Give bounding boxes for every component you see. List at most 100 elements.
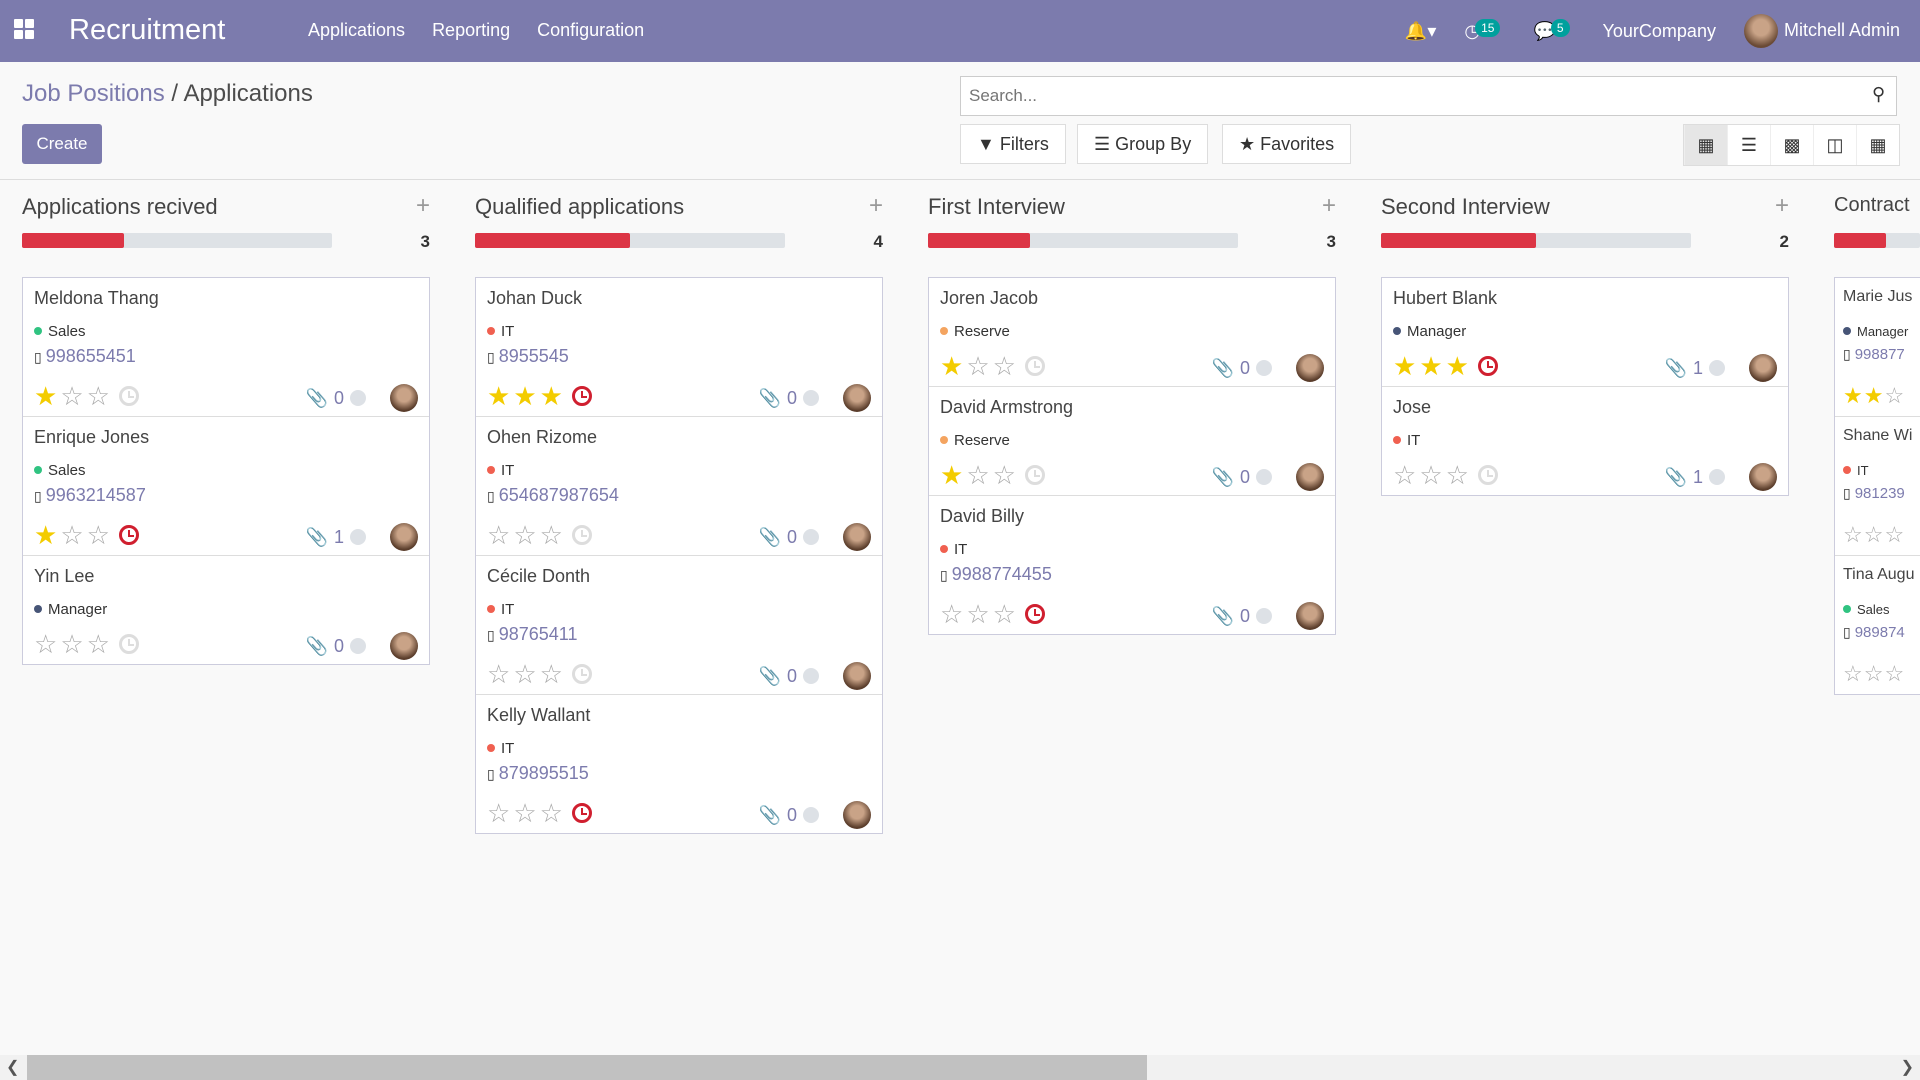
pivot-view-icon[interactable]: ▦ (1856, 125, 1899, 165)
priority-star-icon[interactable]: ☆ (513, 661, 536, 687)
priority-star-icon[interactable]: ☆ (60, 383, 83, 409)
kanban-state-icon[interactable] (1256, 608, 1272, 624)
activity-clock-icon[interactable] (571, 386, 592, 406)
kanban-state-icon[interactable] (1709, 360, 1725, 376)
kanban-state-icon[interactable] (350, 390, 366, 406)
priority-star-icon[interactable]: ★ (1843, 385, 1863, 407)
filters-button[interactable]: ▼ Filters (960, 124, 1066, 164)
priority-star-icon[interactable]: ☆ (1419, 462, 1442, 488)
applicant-card[interactable]: Joren Jacob Reserve ★ ☆ ☆ 📎 0 (929, 278, 1335, 387)
activity-clock-icon[interactable] (1024, 604, 1045, 624)
priority-star-icon[interactable]: ★ (540, 383, 563, 409)
activity-clock-icon[interactable] (1024, 356, 1045, 376)
applicant-card[interactable]: Ohen Rizome IT ▯ 654687987654 ☆ ☆ ☆ 📎 0 (476, 417, 882, 556)
phone[interactable]: ▯ 989874 (1843, 624, 1918, 654)
priority-star-icon[interactable]: ☆ (34, 631, 57, 657)
priority-star-icon[interactable]: ☆ (1864, 524, 1884, 546)
column-progress-bar[interactable] (928, 233, 1238, 248)
apps-menu-icon[interactable] (14, 19, 34, 39)
priority-star-icon[interactable]: ★ (34, 383, 57, 409)
priority-star-icon[interactable]: ☆ (940, 601, 963, 627)
priority-star-icon[interactable]: ☆ (487, 661, 510, 687)
notification-bell-icon[interactable]: 🔔▾ (1405, 21, 1436, 42)
priority-star-icon[interactable]: ☆ (1446, 462, 1469, 488)
applicant-card[interactable]: Yin Lee Manager ☆ ☆ ☆ 📎 0 (23, 556, 429, 664)
priority-star-icon[interactable]: ☆ (966, 601, 989, 627)
priority-star-icon[interactable]: ★ (1419, 353, 1442, 379)
priority-star-icon[interactable]: ★ (1864, 385, 1884, 407)
activity-clock-icon[interactable] (571, 525, 592, 545)
priority-star-icon[interactable]: ☆ (993, 462, 1016, 488)
kanban-state-icon[interactable] (1256, 469, 1272, 485)
menu-reporting[interactable]: Reporting (432, 20, 510, 41)
activity-clock-icon[interactable] (118, 634, 139, 654)
search-input[interactable] (960, 76, 1897, 116)
scroll-left-icon[interactable]: ❮ (6, 1057, 19, 1077)
graph-view-icon[interactable]: ▩ (1770, 125, 1813, 165)
phone[interactable]: ▯ 9988774455 (940, 564, 1324, 594)
activity-clock-icon[interactable] (1024, 465, 1045, 485)
activity-clock-icon[interactable] (1477, 356, 1498, 376)
applicant-card[interactable]: Kelly Wallant IT ▯ 879895515 ☆ ☆ ☆ 📎 0 (476, 695, 882, 833)
priority-star-icon[interactable]: ☆ (87, 522, 110, 548)
user-menu[interactable]: Mitchell Admin (1743, 14, 1900, 48)
scrollbar-thumb[interactable] (27, 1055, 1147, 1080)
priority-star-icon[interactable]: ☆ (993, 353, 1016, 379)
scroll-right-icon[interactable]: ❯ (1901, 1057, 1914, 1077)
phone[interactable]: ▯ 998655451 (34, 346, 418, 376)
priority-star-icon[interactable]: ☆ (966, 462, 989, 488)
phone[interactable]: ▯ 98765411 (487, 624, 871, 654)
priority-star-icon[interactable]: ☆ (60, 631, 83, 657)
applicant-card[interactable]: Tina Augu Sales ▯ 989874 ☆ ☆ ☆ (1835, 556, 1920, 694)
priority-star-icon[interactable]: ☆ (87, 631, 110, 657)
messages-menu[interactable]: 💬5 (1533, 18, 1574, 42)
priority-star-icon[interactable]: ☆ (487, 522, 510, 548)
group-by-button[interactable]: ☰ Group By (1077, 124, 1209, 164)
priority-star-icon[interactable]: ☆ (1843, 524, 1863, 546)
list-view-icon[interactable]: ☰ (1727, 125, 1770, 165)
phone[interactable]: ▯ 879895515 (487, 763, 871, 793)
favorites-button[interactable]: ★ Favorites (1222, 124, 1352, 164)
priority-star-icon[interactable]: ☆ (1884, 663, 1904, 685)
add-card-icon[interactable]: + (1322, 192, 1336, 220)
phone[interactable]: ▯ 654687987654 (487, 485, 871, 515)
priority-star-icon[interactable]: ☆ (513, 800, 536, 826)
priority-star-icon[interactable]: ☆ (540, 522, 563, 548)
applicant-card[interactable]: Cécile Donth IT ▯ 98765411 ☆ ☆ ☆ 📎 0 (476, 556, 882, 695)
column-progress-bar[interactable] (1834, 233, 1920, 248)
priority-star-icon[interactable]: ★ (1446, 353, 1469, 379)
applicant-card[interactable]: Shane Wi IT ▯ 981239 ☆ ☆ ☆ (1835, 417, 1920, 556)
priority-star-icon[interactable]: ☆ (487, 800, 510, 826)
column-progress-bar[interactable] (22, 233, 332, 248)
applicant-card[interactable]: Johan Duck IT ▯ 8955545 ★ ★ ★ 📎 0 (476, 278, 882, 417)
search-icon[interactable]: ⚲ (1872, 84, 1885, 105)
menu-applications[interactable]: Applications (308, 20, 405, 41)
phone[interactable]: ▯ 998877 (1843, 346, 1918, 376)
priority-star-icon[interactable]: ☆ (60, 522, 83, 548)
breadcrumb-job-positions[interactable]: Job Positions (22, 80, 165, 107)
priority-star-icon[interactable]: ☆ (513, 522, 536, 548)
create-button[interactable]: Create (22, 124, 102, 164)
priority-star-icon[interactable]: ☆ (1884, 524, 1904, 546)
applicant-card[interactable]: Enrique Jones Sales ▯ 9963214587 ★ ☆ ☆ 📎 1 (23, 417, 429, 556)
priority-star-icon[interactable]: ☆ (966, 353, 989, 379)
activity-clock-icon[interactable] (1477, 465, 1498, 485)
activity-clock-icon[interactable] (118, 386, 139, 406)
kanban-state-icon[interactable] (350, 638, 366, 654)
applicant-card[interactable]: David Armstrong Reserve ★ ☆ ☆ 📎 0 (929, 387, 1335, 496)
priority-star-icon[interactable]: ☆ (1864, 663, 1884, 685)
activity-clock-icon[interactable] (571, 803, 592, 823)
priority-star-icon[interactable]: ☆ (1393, 462, 1416, 488)
phone[interactable]: ▯ 9963214587 (34, 485, 418, 515)
priority-star-icon[interactable]: ★ (940, 353, 963, 379)
priority-star-icon[interactable]: ★ (940, 462, 963, 488)
applicant-card[interactable]: David Billy IT ▯ 9988774455 ☆ ☆ ☆ 📎 0 (929, 496, 1335, 634)
kanban-state-icon[interactable] (803, 390, 819, 406)
priority-star-icon[interactable]: ☆ (540, 800, 563, 826)
kanban-state-icon[interactable] (1256, 360, 1272, 376)
add-card-icon[interactable]: + (869, 192, 883, 220)
priority-star-icon[interactable]: ☆ (1884, 385, 1904, 407)
priority-star-icon[interactable]: ☆ (1843, 663, 1863, 685)
company-switcher[interactable]: YourCompany (1603, 21, 1716, 42)
kanban-state-icon[interactable] (350, 529, 366, 545)
